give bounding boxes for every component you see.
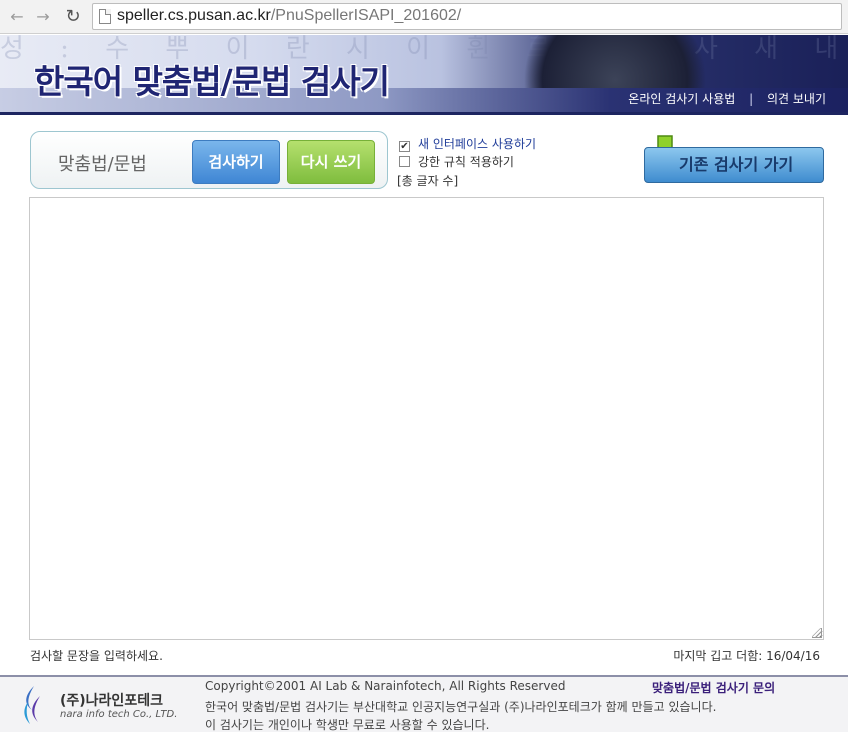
rewrite-button[interactable]: 다시 쓰기 [287, 140, 375, 184]
url-host: speller.cs.pusan.ac.kr [117, 7, 271, 24]
footer-credit: 한국어 맞춤법/문법 검사기는 부산대학교 인공지능연구실과 (주)나라인포테크… [205, 700, 717, 714]
link-separator: | [749, 92, 754, 106]
last-update: 마지막 깁고 더함: 16/04/16 [673, 649, 820, 663]
old-checker-button[interactable]: 기존 검사기 가기 [644, 147, 824, 183]
footer-license: 이 검사기는 개인이나 학생만 무료로 사용할 수 있습니다. [205, 718, 490, 732]
header-banner: 성 : 수 뿌 이 란 시 이 휜 르 便 : 사 새 내 플 무 니 이 文 … [0, 35, 848, 115]
url-text: speller.cs.pusan.ac.kr/PnuSpellerISAPI_2… [117, 7, 461, 25]
text-input[interactable] [29, 197, 824, 640]
checkbox-icon[interactable]: ✔ [399, 141, 410, 152]
back-arrow-icon[interactable]: ← [6, 6, 28, 28]
banner-links: 온라인 검사기 사용법 | 의견 보내기 [628, 90, 826, 107]
manual-link[interactable]: 온라인 검사기 사용법 [628, 92, 735, 106]
nara-logo-icon [24, 686, 40, 724]
option-new-interface[interactable]: ✔ 새 인터페이스 사용하기 [399, 135, 536, 152]
input-hint: 검사할 문장을 입력하세요. [30, 649, 163, 663]
reload-icon[interactable]: ↻ [62, 6, 84, 28]
resize-handle[interactable] [812, 628, 822, 638]
option-strict-rules-label: 강한 규칙 적용하기 [418, 155, 514, 169]
feedback-link[interactable]: 의견 보내기 [767, 92, 826, 106]
check-button[interactable]: 검사하기 [192, 140, 280, 184]
copyright-text: Copyright©2001 AI Lab & Narainfotech, Al… [205, 679, 566, 693]
url-path: /PnuSpellerISAPI_201602/ [270, 7, 462, 24]
checkbox-icon[interactable] [399, 156, 410, 167]
page-icon [99, 9, 111, 24]
page-title: 한국어 맞춤법/문법 검사기 [34, 62, 390, 101]
option-strict-rules[interactable]: 강한 규칙 적용하기 [399, 153, 514, 170]
toolbar-label: 맞춤법/문법 [58, 154, 147, 175]
char-count: [총 글자 수] [397, 174, 459, 188]
company-logo-korean: (주)나라인포테크 [60, 693, 163, 709]
option-new-interface-label: 새 인터페이스 사용하기 [418, 137, 537, 151]
checker-toolbar: 맞춤법/문법 검사하기 다시 쓰기 [30, 131, 388, 189]
address-bar[interactable]: speller.cs.pusan.ac.kr/PnuSpellerISAPI_2… [92, 3, 842, 30]
inquiry-link[interactable]: 맞춤법/문법 검사기 문의 [652, 679, 775, 696]
company-logo-english: nara info tech Co., LTD. [60, 709, 178, 720]
browser-toolbar: ← → ↻ speller.cs.pusan.ac.kr/PnuSpellerI… [0, 0, 848, 34]
forward-arrow-icon[interactable]: → [32, 6, 54, 28]
